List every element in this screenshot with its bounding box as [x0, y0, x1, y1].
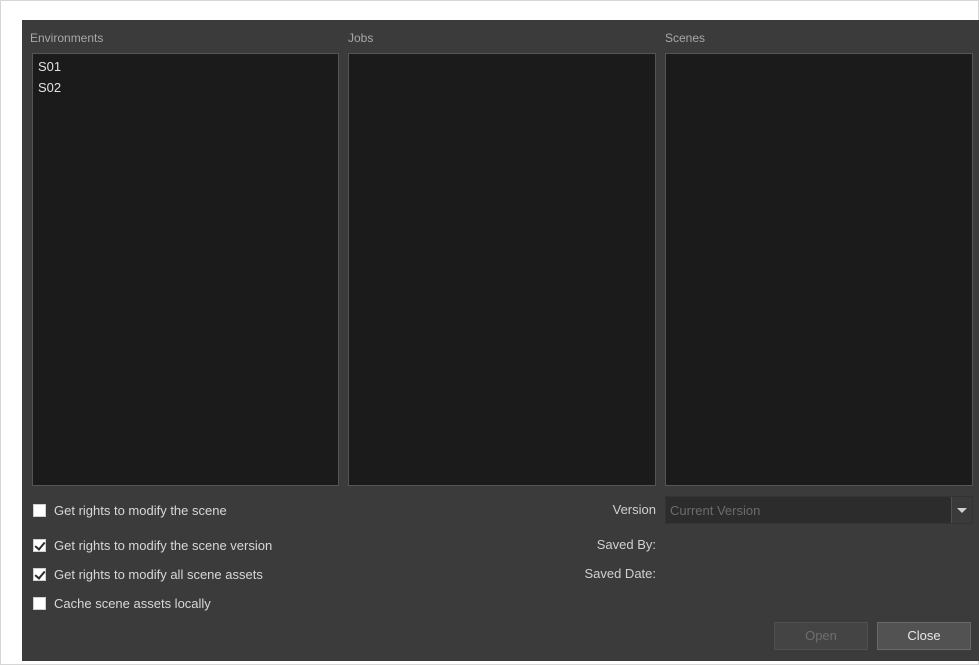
version-value: Current Version	[670, 503, 761, 518]
modify-scene-label: Get rights to modify the scene	[54, 502, 227, 518]
checkmark-icon	[34, 567, 46, 580]
checkmark-icon	[34, 538, 46, 551]
open-button[interactable]: Open	[774, 622, 868, 650]
saved-date-label: Saved Date:	[584, 566, 656, 581]
scenes-list[interactable]	[665, 53, 973, 486]
version-dropdown-button[interactable]	[951, 497, 972, 523]
cache-assets-checkbox[interactable]	[33, 596, 46, 610]
modify-assets-option[interactable]: Get rights to modify all scene assets	[33, 565, 263, 583]
close-button[interactable]: Close	[877, 622, 971, 650]
environments-label: Environments	[30, 31, 104, 45]
modify-scene-version-checkbox[interactable]	[33, 538, 46, 552]
saved-by-label: Saved By:	[596, 537, 656, 552]
jobs-label: Jobs	[348, 31, 374, 45]
list-item-s02[interactable]: S02	[33, 77, 338, 98]
modify-scene-version-option[interactable]: Get rights to modify the scene version	[33, 536, 272, 554]
list-item-s01[interactable]: S01	[33, 56, 338, 77]
version-label: Version	[612, 502, 656, 517]
jobs-list[interactable]	[348, 53, 656, 486]
modify-assets-label: Get rights to modify all scene assets	[54, 566, 263, 582]
cache-assets-label: Cache scene assets locally	[54, 595, 211, 611]
modify-scene-option[interactable]: Get rights to modify the scene	[33, 501, 227, 519]
scenes-label: Scenes	[665, 31, 706, 45]
chevron-down-icon	[957, 508, 967, 513]
open-scene-dialog: Environments Jobs Scenes S01 S02 Get rig…	[22, 20, 979, 661]
cache-assets-option[interactable]: Cache scene assets locally	[33, 594, 211, 612]
screenshot-frame: Environments Jobs Scenes S01 S02 Get rig…	[0, 0, 979, 665]
modify-scene-checkbox[interactable]	[33, 503, 46, 517]
version-select[interactable]: Current Version	[665, 496, 973, 524]
modify-scene-version-label: Get rights to modify the scene version	[54, 537, 273, 553]
environments-list[interactable]: S01 S02	[32, 53, 339, 486]
modify-assets-checkbox[interactable]	[33, 567, 46, 581]
